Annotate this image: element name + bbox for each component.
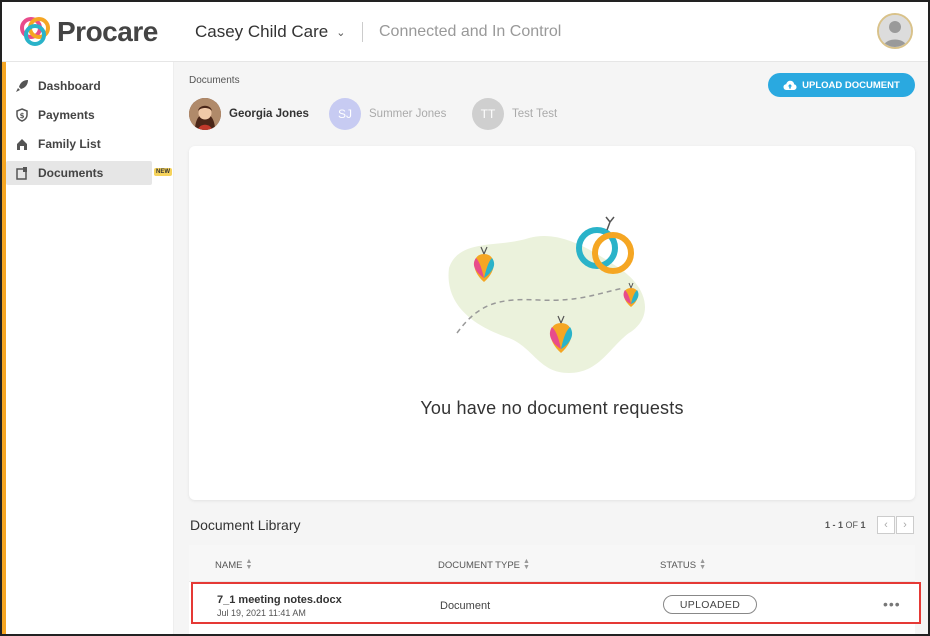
child-avatar-initials: SJ bbox=[329, 98, 361, 130]
next-page-button[interactable]: › bbox=[896, 516, 914, 534]
center-selector[interactable]: Casey Child Care ⌄ bbox=[195, 22, 345, 42]
tagline: Connected and In Control bbox=[379, 23, 562, 40]
column-header-label: DOCUMENT TYPE bbox=[438, 559, 520, 571]
child-name: Summer Jones bbox=[369, 108, 447, 120]
sidebar-item-label: Documents bbox=[38, 166, 104, 180]
sidebar-item-documents[interactable]: Documents bbox=[6, 161, 152, 185]
center-name-label: Casey Child Care bbox=[195, 22, 329, 41]
document-name[interactable]: 7_1 meeting notes.docx bbox=[217, 594, 342, 606]
child-name: Test Test bbox=[512, 108, 558, 120]
document-date: Jul 19, 2021 11:41 AM bbox=[217, 608, 306, 618]
sidebar-item-label: Family List bbox=[38, 137, 101, 151]
document-type: Document bbox=[440, 600, 491, 612]
sort-icon: ▲ ▼ bbox=[523, 558, 530, 571]
sidebar-item-dashboard[interactable]: Dashboard bbox=[6, 74, 152, 98]
rocket-icon bbox=[14, 78, 30, 94]
column-header-name[interactable]: NAME ▲ ▼ bbox=[215, 558, 253, 571]
pagination-label: 1 - 1 OF 1 bbox=[825, 520, 866, 530]
procare-logo-icon bbox=[20, 17, 50, 46]
cloud-upload-icon bbox=[783, 80, 797, 91]
header-divider bbox=[362, 22, 363, 42]
breadcrumb: Documents bbox=[189, 75, 240, 86]
pagination-total: 1 bbox=[860, 520, 866, 530]
document-icon bbox=[14, 165, 30, 181]
status-badge: UPLOADED bbox=[663, 595, 757, 614]
upload-document-button[interactable]: UPLOAD DOCUMENT bbox=[768, 73, 915, 97]
user-silhouette-icon bbox=[879, 15, 911, 47]
empty-state-illustration bbox=[448, 216, 646, 373]
procare-logo[interactable]: Procare bbox=[17, 14, 158, 50]
svg-text:$: $ bbox=[20, 112, 25, 120]
house-icon bbox=[14, 136, 30, 152]
upload-button-label: UPLOAD DOCUMENT bbox=[802, 79, 900, 91]
document-requests-card: You have no document requests bbox=[189, 146, 915, 500]
child-avatar bbox=[189, 98, 221, 130]
sidebar-item-label: Dashboard bbox=[38, 79, 101, 93]
chevron-left-icon: ‹ bbox=[884, 519, 888, 531]
sidebar-item-label: Payments bbox=[38, 108, 95, 122]
document-library-title: Document Library bbox=[190, 517, 301, 533]
brand-name: Procare bbox=[57, 16, 158, 47]
column-header-status[interactable]: STATUS ▲ ▼ bbox=[660, 558, 707, 571]
child-tab-summer-jones[interactable]: SJ Summer Jones bbox=[329, 98, 446, 130]
chevron-right-icon: › bbox=[903, 519, 907, 531]
empty-state-message: You have no document requests bbox=[420, 398, 684, 418]
top-header: Procare Casey Child Care ⌄ Connected and… bbox=[2, 2, 928, 62]
table-header: NAME ▲ ▼ DOCUMENT TYPE ▲ ▼ STATUS ▲ ▼ bbox=[189, 545, 915, 582]
child-tab-georgia-jones[interactable]: Georgia Jones bbox=[189, 98, 309, 130]
main-content: Documents UPLOAD DOCUMENT Georgia Jones bbox=[174, 62, 928, 634]
user-avatar[interactable] bbox=[877, 13, 913, 49]
sort-icon: ▲ ▼ bbox=[699, 558, 707, 571]
more-options-icon[interactable]: ••• bbox=[883, 596, 901, 612]
table-row[interactable]: 7_1 meeting notes.docx Jul 19, 2021 11:4… bbox=[191, 582, 921, 624]
sort-icon: ▲ ▼ bbox=[245, 558, 253, 571]
new-badge: NEW bbox=[154, 168, 172, 176]
shield-dollar-icon: $ bbox=[14, 107, 30, 123]
pagination-of: OF bbox=[845, 520, 859, 530]
column-header-document-type[interactable]: DOCUMENT TYPE ▲ ▼ bbox=[438, 558, 530, 571]
child-name: Georgia Jones bbox=[229, 108, 309, 120]
sidebar-item-family-list[interactable]: Family List bbox=[6, 132, 152, 156]
column-header-label: STATUS bbox=[660, 559, 697, 571]
child-tab-test-test[interactable]: TT Test Test bbox=[472, 98, 557, 130]
column-header-label: NAME bbox=[215, 559, 243, 571]
chevron-down-icon: ⌄ bbox=[336, 26, 346, 39]
pagination-range: 1 - 1 bbox=[825, 520, 844, 530]
previous-page-button[interactable]: ‹ bbox=[877, 516, 895, 534]
sidebar-item-payments[interactable]: $ Payments bbox=[6, 103, 152, 127]
app-window: Procare Casey Child Care ⌄ Connected and… bbox=[0, 0, 930, 636]
child-avatar-initials: TT bbox=[472, 98, 504, 130]
